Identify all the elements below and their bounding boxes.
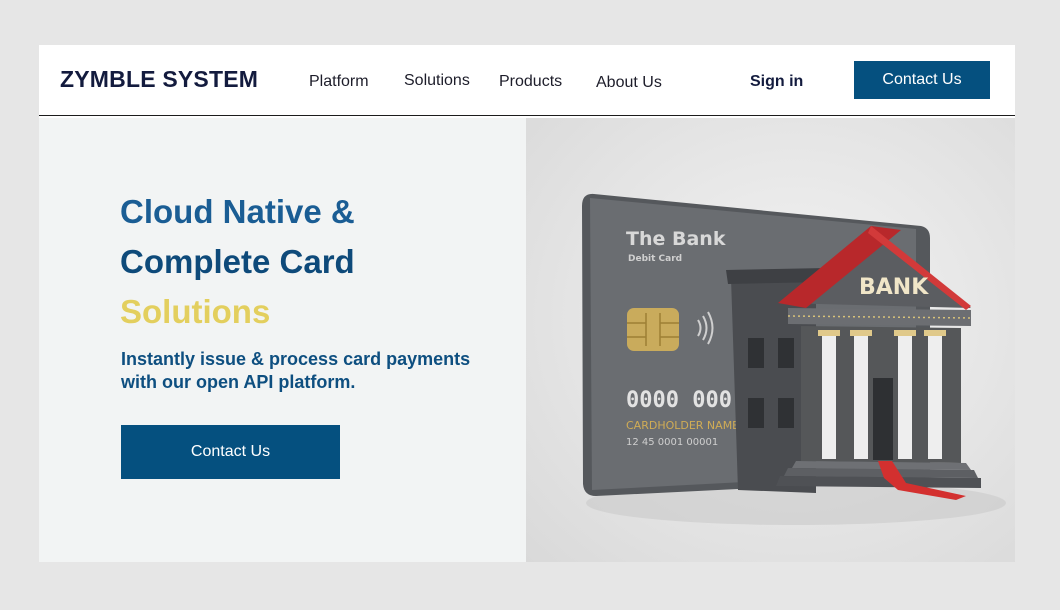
- nav-item-solutions[interactable]: Solutions: [404, 72, 470, 90]
- header-contact-button[interactable]: Contact Us: [854, 61, 990, 99]
- sign-in-link[interactable]: Sign in: [750, 73, 803, 91]
- hero-contact-button[interactable]: Contact Us: [121, 425, 340, 479]
- card-type-label: Debit Card: [628, 254, 682, 264]
- card-small-number: 12 45 0001 00001: [626, 437, 718, 448]
- nav-item-about-us[interactable]: About Us: [596, 74, 662, 92]
- brand-logo[interactable]: ZYMBLE SYSTEM: [60, 66, 258, 93]
- cardholder-label: CARDHOLDER NAME: [626, 419, 739, 432]
- page-frame: ZYMBLE SYSTEM Platform Solutions Product…: [39, 45, 1015, 562]
- site-header: ZYMBLE SYSTEM Platform Solutions Product…: [39, 45, 1015, 116]
- hero-title-line-1: Cloud Native &: [120, 193, 355, 230]
- hero-image: The Bank Debit Card 0000 000 CARDHOLDER …: [526, 118, 1015, 562]
- card-bank-name: The Bank: [626, 228, 726, 250]
- bank-card-illustration: The Bank Debit Card 0000 000 CARDHOLDER …: [582, 193, 1006, 525]
- hero-text-panel: [39, 118, 526, 562]
- hero-subtitle: Instantly issue & process card payments …: [121, 349, 471, 392]
- hero-title: Cloud Native & Complete Card Solutions: [120, 187, 520, 337]
- card-chip-icon: [627, 308, 679, 351]
- card-number: 0000 000: [626, 388, 732, 413]
- bank-sign: BANK: [859, 275, 929, 300]
- nav-item-platform[interactable]: Platform: [309, 73, 369, 91]
- hero-title-line-3: Solutions: [120, 293, 271, 330]
- hero-title-line-2: Complete Card: [120, 243, 355, 280]
- nav-item-products[interactable]: Products: [499, 73, 562, 91]
